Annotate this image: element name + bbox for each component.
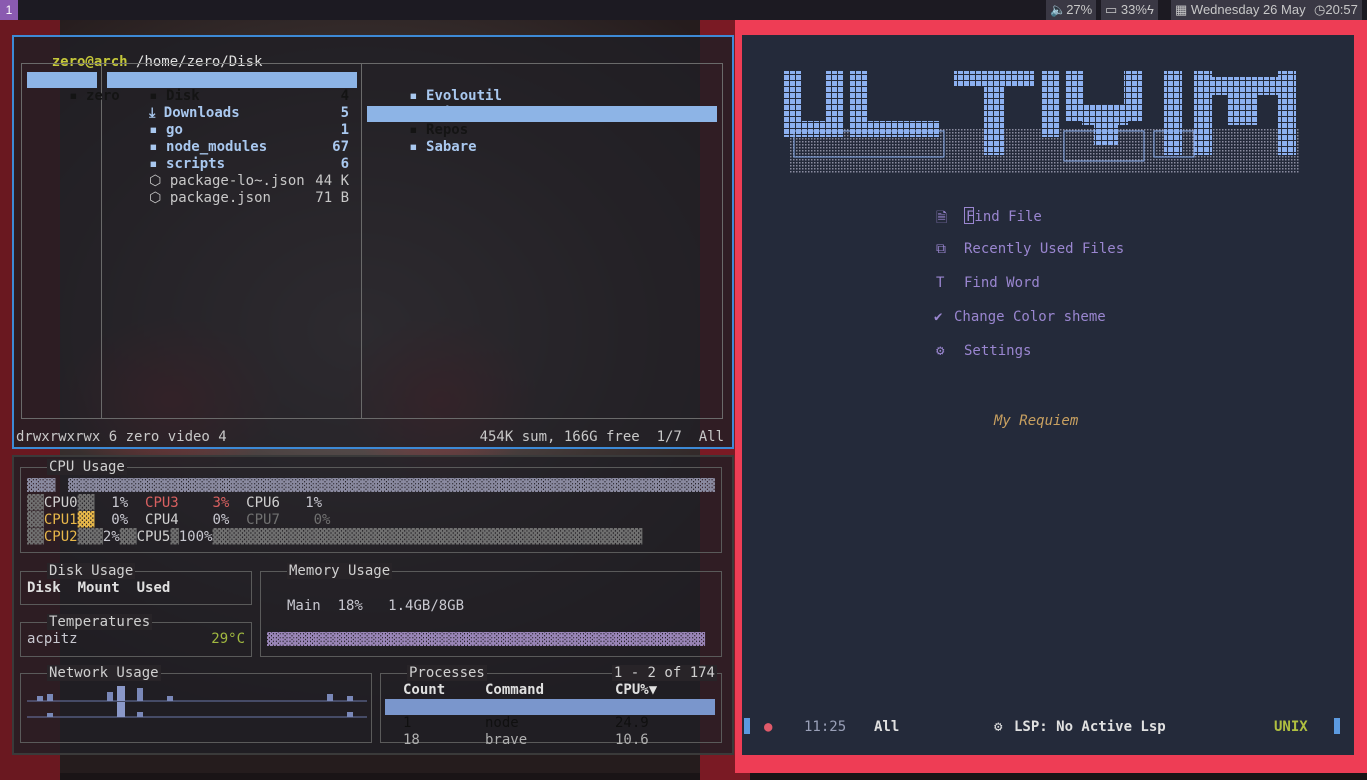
ranger-window[interactable]: zero@arch /home/zero/Disk ▪ zero ▪ Disk 4… xyxy=(12,35,734,449)
status-time: 11:25 xyxy=(804,719,847,735)
column-divider xyxy=(361,63,362,419)
volume-icon: 🔈 xyxy=(1050,2,1067,17)
memory-main: Main 18% 1.4GB/8GB xyxy=(287,598,465,614)
folder-icon: ▪ xyxy=(400,139,427,155)
temperature-box: Temperatures acpitz 29°C xyxy=(20,614,252,657)
memory-box: Memory Usage Main 18% 1.4GB/8GB ▓▓▓▓▓▓▓▓… xyxy=(260,563,722,657)
nvim-statusline: ● 11:25 All ⚙ LSP: No Active Lsp UNIX xyxy=(744,718,1352,736)
file-item[interactable]: ▪ node_modules 67 xyxy=(107,123,357,155)
file-icon: 🗎 xyxy=(936,210,948,226)
volume-widget[interactable]: 🔈27% xyxy=(1046,0,1097,20)
memory-graph: ▓▓▓▓▓▓▓▓▓▓▓▓▓▓▓▓▓▓▓▓▓▓▓▓▓▓▓▓▓▓▓▓▓▓▓▓▓▓▓▓… xyxy=(267,632,705,647)
cpu-box: CPU Usage ▓▓▓▓ ▓▓▓▓▓▓▓▓▓▓▓▓▓▓▓▓▓▓▓▓▓▓▓▓▓… xyxy=(20,459,722,553)
temp-sensor: acpitz xyxy=(27,631,78,647)
workspace-indicator[interactable]: 1 xyxy=(0,0,18,20)
gear-icon: ⚙ xyxy=(936,343,945,359)
dashboard-tagline: My Requiem xyxy=(994,413,1079,429)
nvim-logo-icon: ● xyxy=(764,719,773,735)
menu-find-word[interactable]: Find Word xyxy=(964,275,1040,291)
calendar-icon: ▦ xyxy=(1175,2,1188,17)
battery-icon: ▭ xyxy=(1105,2,1118,17)
preview-item[interactable]: ▪ nvim xyxy=(367,89,717,121)
file-item[interactable]: ⤓ Downloads 5 xyxy=(107,89,357,121)
menu-recent-files[interactable]: Recently Used Files xyxy=(964,241,1124,257)
json-file-icon: ⬡ xyxy=(140,190,170,206)
lsp-icon: ⚙ xyxy=(994,719,1003,735)
copy-icon: ⧉ xyxy=(936,241,946,257)
disk-header: Disk Mount Used xyxy=(27,580,171,596)
window-gap xyxy=(1354,20,1367,773)
network-graph xyxy=(27,686,367,718)
cpu-row: ▓▓CPU0▓▓ 1% CPU3 3% CPU6 1% xyxy=(27,495,323,511)
clock-widget[interactable]: ◷20:57 xyxy=(1310,0,1362,20)
memory-title: Memory Usage xyxy=(287,563,393,579)
battery-widget[interactable]: ▭ 33%ϟ xyxy=(1101,0,1158,20)
process-header-sorted[interactable]: CPU%▼ xyxy=(615,682,657,698)
menu-color-scheme[interactable]: Change Color sheme xyxy=(954,309,1106,325)
file-item[interactable]: ▪ Disk 4 xyxy=(107,72,357,104)
clock-icon: ◷ xyxy=(1314,2,1326,17)
preview-item[interactable]: ▪ Repos xyxy=(367,106,717,138)
cpu-row: ▓▓CPU2▓▓▓2%▓▓CPU5▓100%▓▓▓▓▓▓▓▓▓▓▓▓▓▓▓▓▓▓… xyxy=(27,529,643,545)
disk-title: Disk Usage xyxy=(47,563,136,579)
column-divider xyxy=(101,63,102,419)
ranger-status-left: drwxrwxrwx 6 zero video 4 xyxy=(16,429,227,445)
file-item[interactable]: ⬡ package.json 71 B xyxy=(107,174,357,206)
text-icon: T xyxy=(936,275,945,291)
brush-icon: ✔ xyxy=(934,309,943,325)
file-item[interactable]: ▪ scripts 6 xyxy=(107,140,357,172)
cpu-graph: ▓▓▓▓ ▓▓▓▓▓▓▓▓▓▓▓▓▓▓▓▓▓▓▓▓▓▓▓▓▓▓▓▓▓▓▓▓▓▓▓… xyxy=(27,478,715,493)
status-format: UNIX xyxy=(1274,719,1308,735)
file-item[interactable]: ▪ go 1 xyxy=(107,106,357,138)
disk-box: Disk Usage Disk Mount Used xyxy=(20,563,252,605)
cpu-title: CPU Usage xyxy=(47,459,127,475)
top-bar: 1 🔈27% ▭ 33%ϟ ▦ Wednesday 26 May ◷20:57 xyxy=(0,0,1367,20)
network-box: Network Usage xyxy=(20,665,372,743)
window-gap xyxy=(742,20,1367,35)
process-title: Processes 1 - 2 of 174 xyxy=(407,665,717,681)
preview-item[interactable]: ▪ Sabare xyxy=(367,123,717,155)
status-position: All xyxy=(874,719,900,735)
process-row[interactable]: 1 node 24.9 xyxy=(385,699,715,731)
date-widget[interactable]: ▦ Wednesday 26 May xyxy=(1171,0,1310,20)
nvim-window[interactable]: 🗎 Find File ⧉ Recently Used Files T Find… xyxy=(742,35,1354,755)
menu-settings[interactable]: Settings xyxy=(964,343,1031,359)
process-row[interactable]: 18 brave 10.6 xyxy=(385,716,715,748)
cpu-row: ▓▓CPU1▓▓ 0% CPU4 0% CPU7 0% xyxy=(27,512,331,528)
temp-value: 29°C xyxy=(211,631,245,647)
process-box: Processes 1 - 2 of 174 Count Command CPU%… xyxy=(380,665,722,748)
preview-item[interactable]: ▪ Evoloutil xyxy=(367,72,717,104)
folder-icon: ▪ xyxy=(60,88,87,104)
btop-window[interactable]: CPU Usage ▓▓▓▓ ▓▓▓▓▓▓▓▓▓▓▓▓▓▓▓▓▓▓▓▓▓▓▓▓▓… xyxy=(12,455,734,755)
window-gap xyxy=(742,755,1367,773)
ranger-status-right: 454K sum, 166G free 1/7 All xyxy=(479,429,724,445)
parent-item[interactable]: ▪ zero xyxy=(27,72,120,104)
charging-icon: ϟ xyxy=(1146,2,1154,17)
process-header[interactable]: Count xyxy=(403,682,445,698)
temp-title: Temperatures xyxy=(47,614,153,630)
status-lsp: LSP: No Active Lsp xyxy=(1014,719,1166,735)
file-item[interactable]: ⬡ package-lo~.json 44 K xyxy=(107,157,357,189)
window-gap xyxy=(735,20,742,773)
process-header[interactable]: Command xyxy=(485,682,544,698)
network-title: Network Usage xyxy=(47,665,161,681)
menu-find-file[interactable]: Find File xyxy=(964,207,1042,225)
ultivim-logo xyxy=(784,71,1300,173)
